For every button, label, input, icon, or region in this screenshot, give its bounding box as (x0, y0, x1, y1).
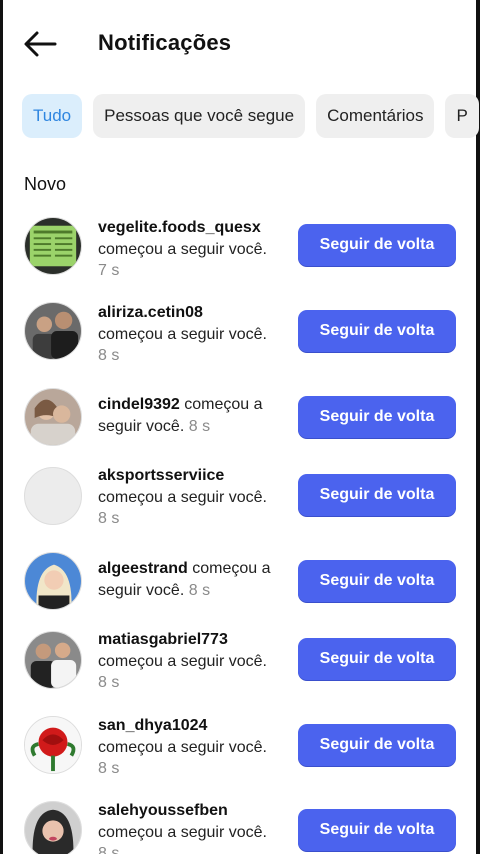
notification-text: san_dhya1024 começou a seguir você. 8 s (98, 715, 288, 780)
follow-back-button[interactable]: Seguir de volta (298, 310, 456, 352)
avatar[interactable] (24, 716, 82, 774)
avatar[interactable] (24, 302, 82, 360)
notification-text: vegelite.foods_quesx começou a seguir vo… (98, 217, 288, 282)
notification-text: salehyoussefben começou a seguir você. 8… (98, 800, 288, 854)
notification-message: começou a seguir você. (98, 652, 267, 670)
notification-message: começou a seguir você. (98, 325, 267, 343)
notification-message: começou a seguir você. (98, 738, 267, 756)
notification-message: começou a seguir você. (98, 823, 267, 841)
notification-time: 8 s (188, 417, 211, 435)
header: Notificações (0, 0, 480, 86)
tab-pessoas-que-voce-segue[interactable]: Pessoas que você segue (93, 94, 306, 138)
notification-text: aksportsserviice começou a seguir você. … (98, 465, 288, 530)
filter-tabs: Tudo Pessoas que você segue Comentários P (22, 94, 480, 138)
tab-comentarios[interactable]: Comentários (316, 94, 435, 138)
notification-row: salehyoussefben começou a seguir você. 8… (0, 800, 480, 854)
username[interactable]: aliriza.cetin08 (98, 304, 203, 321)
notification-row: cindel9392 começou a seguir você. 8 s Se… (0, 386, 480, 466)
avatar[interactable] (24, 631, 82, 689)
notification-text: matiasgabriel773 começou a seguir você. … (98, 629, 288, 694)
men-photo-icon (25, 303, 81, 359)
section-title: Novo (24, 174, 67, 194)
notification-time: 8 s (98, 510, 120, 527)
page-title: Notificações (98, 30, 232, 55)
couple-photo-icon (25, 389, 81, 445)
avatar[interactable] (24, 388, 82, 446)
notification-row: matiasgabriel773 começou a seguir você. … (0, 629, 480, 709)
notification-text: cindel9392 começou a seguir você. 8 s (98, 394, 288, 437)
notification-row: san_dhya1024 começou a seguir você. 8 s … (0, 715, 480, 795)
back-arrow-icon[interactable] (22, 28, 58, 60)
username[interactable]: salehyoussefben (98, 802, 228, 819)
red-rose-photo-icon (25, 717, 81, 773)
notification-row: aksportsserviice começou a seguir você. … (0, 465, 480, 545)
avatar[interactable] (24, 217, 82, 275)
notification-message: começou a seguir você. (98, 488, 267, 506)
notification-row: aliriza.cetin08 começou a seguir você. 8… (0, 300, 480, 380)
blank-avatar-icon[interactable] (24, 467, 82, 525)
notification-time: 8 s (98, 674, 120, 691)
follow-back-button[interactable]: Seguir de volta (298, 638, 456, 680)
notification-time: 8 s (98, 845, 120, 854)
follow-back-button[interactable]: Seguir de volta (298, 560, 456, 602)
username[interactable]: cindel9392 (98, 396, 180, 413)
notification-text: aliriza.cetin08 começou a seguir você. 8… (98, 302, 288, 367)
username[interactable]: algeestrand (98, 560, 188, 577)
username[interactable]: matiasgabriel773 (98, 631, 228, 648)
notification-time: 7 s (98, 262, 120, 279)
notification-time: 8 s (188, 581, 211, 599)
tab-partial[interactable]: P (445, 94, 479, 138)
username[interactable]: aksportsserviice (98, 467, 224, 484)
avatar[interactable] (24, 801, 82, 854)
notification-row: vegelite.foods_quesx começou a seguir vo… (0, 214, 480, 294)
follow-back-button[interactable]: Seguir de volta (298, 724, 456, 766)
follow-back-button[interactable]: Seguir de volta (298, 809, 456, 851)
two-men-photo-icon (25, 632, 81, 688)
notification-time: 8 s (98, 347, 120, 364)
woman-selfie-photo-icon (25, 802, 81, 854)
follow-back-button[interactable]: Seguir de volta (298, 396, 456, 438)
follow-back-button[interactable]: Seguir de volta (298, 474, 456, 516)
notification-message: começou a seguir você. (98, 240, 267, 258)
follow-back-button[interactable]: Seguir de volta (298, 224, 456, 266)
notification-time: 8 s (98, 760, 120, 777)
tab-tudo[interactable]: Tudo (22, 94, 83, 138)
woman-photo-icon (25, 553, 81, 609)
notification-row: algeestrand começou a seguir você. 8 s S… (0, 550, 480, 630)
avatar[interactable] (24, 552, 82, 610)
username[interactable]: vegelite.foods_quesx (98, 219, 261, 236)
notification-text: algeestrand começou a seguir você. 8 s (98, 558, 288, 601)
green-menu-photo-icon (25, 218, 81, 274)
username[interactable]: san_dhya1024 (98, 717, 207, 734)
